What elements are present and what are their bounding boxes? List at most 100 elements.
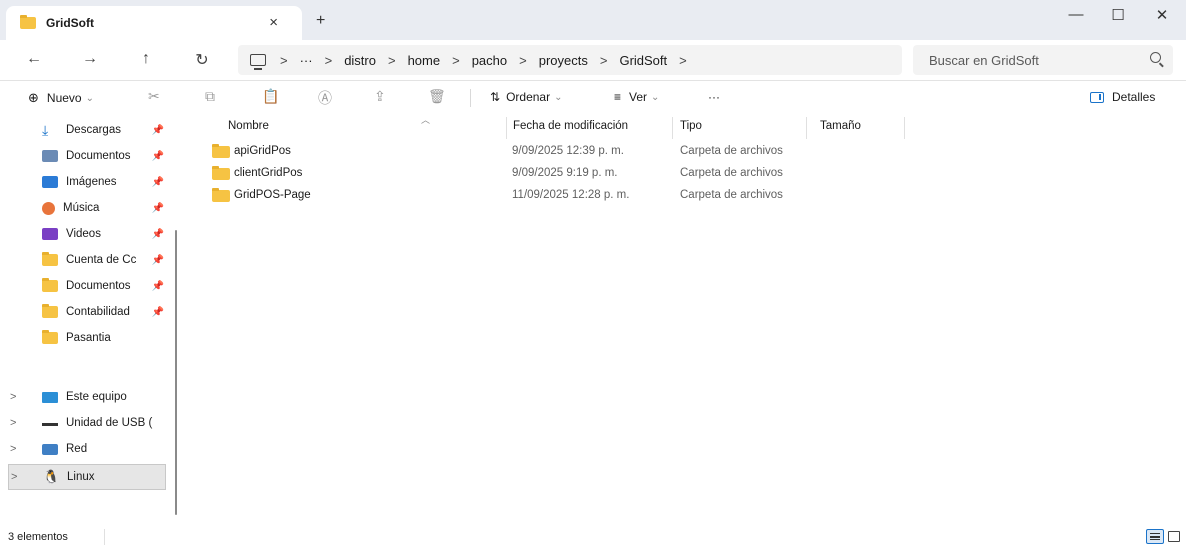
breadcrumb-pacho[interactable]: pacho [472, 53, 507, 68]
folder-icon [20, 15, 36, 29]
chevron-right-icon: > [11, 471, 18, 483]
pin-icon: 📌 [151, 306, 164, 318]
cut-icon[interactable]: ✂ [148, 88, 160, 105]
column-header-name[interactable]: Nombre [228, 120, 269, 132]
file-name: apiGridPos [234, 145, 291, 157]
sidebar-item-label: Contabilidad [66, 306, 130, 318]
sidebar-item-label: Videos [66, 228, 101, 240]
view-button[interactable]: ≡ Ver ⌄ [614, 90, 659, 104]
music-icon [42, 201, 55, 215]
sidebar-item-label: Linux [67, 471, 95, 483]
new-tab-button[interactable]: + [316, 12, 325, 30]
paste-icon[interactable]: 📋 [262, 88, 279, 105]
address-bar[interactable]: > ··· > distro > home > pacho > proyects… [238, 45, 902, 75]
details-button[interactable]: Detalles [1090, 90, 1155, 104]
pin-icon: 📌 [151, 280, 164, 292]
chevron-right-icon: > [10, 391, 17, 403]
videos-icon [42, 228, 58, 240]
sidebar-item-este-equipo[interactable]: > Este equipo [8, 384, 166, 410]
breadcrumb-more[interactable]: ··· [300, 53, 313, 68]
tab-title: GridSoft [46, 16, 94, 30]
sidebar-item-musica[interactable]: Música 📌 [8, 195, 166, 221]
delete-icon[interactable]: 🗑 [428, 88, 446, 105]
sidebar-scrollbar[interactable] [175, 230, 177, 515]
breadcrumb-distro[interactable]: distro [344, 53, 376, 68]
pin-icon: 📌 [151, 202, 164, 214]
column-header-type[interactable]: Tipo [680, 120, 702, 132]
breadcrumb-separator: > [519, 52, 527, 68]
sidebar-item-usb[interactable]: > Unidad de USB ( [8, 410, 166, 436]
column-divider[interactable] [672, 117, 673, 139]
breadcrumb-gridsoft[interactable]: GridSoft [619, 53, 667, 68]
sidebar-item-label: Música [63, 202, 100, 214]
sidebar-item-red[interactable]: > Red [8, 436, 166, 462]
file-row[interactable]: apiGridPos 9/09/2025 12:39 p. m. Carpeta… [204, 141, 904, 163]
sidebar-item-label: Documentos [66, 280, 131, 292]
folder-icon [212, 144, 230, 158]
large-icons-view-button[interactable] [1168, 531, 1180, 542]
sidebar-item-cuenta[interactable]: Cuenta de Cc 📌 [8, 247, 166, 273]
pictures-icon [42, 176, 58, 188]
sidebar-item-pasantia[interactable]: Pasantia [8, 325, 166, 351]
back-button[interactable]: ← [22, 50, 46, 68]
more-options-button[interactable]: ··· [708, 90, 720, 104]
sidebar-item-label: Cuenta de Cc [66, 254, 137, 266]
linux-icon: 🐧 [43, 469, 60, 484]
sidebar-item-documentos-folder[interactable]: Documentos 📌 [8, 273, 166, 299]
search-icon [1150, 52, 1161, 63]
sidebar-item-videos[interactable]: Videos 📌 [8, 221, 166, 247]
search-placeholder: Buscar en GridSoft [929, 52, 1039, 68]
file-date: 11/09/2025 12:28 p. m. [512, 189, 630, 201]
folder-icon [42, 278, 58, 292]
file-name: clientGridPos [234, 167, 303, 179]
plus-circle-icon: ⊕ [28, 90, 39, 105]
column-header-size[interactable]: Tamaño [820, 120, 861, 132]
forward-button[interactable]: → [78, 50, 102, 68]
pin-icon: 📌 [151, 150, 164, 162]
minimize-button[interactable]: — [1056, 6, 1096, 23]
sidebar-item-imagenes[interactable]: Imágenes 📌 [8, 169, 166, 195]
download-icon: ⤓ [42, 122, 49, 138]
up-button[interactable]: ↑ [134, 50, 158, 68]
new-label: Nuevo [46, 91, 82, 105]
column-header-date[interactable]: Fecha de modificación [513, 120, 628, 132]
sidebar-item-contabilidad[interactable]: Contabilidad 📌 [8, 299, 166, 325]
breadcrumb-home[interactable]: home [408, 53, 441, 68]
share-icon[interactable]: ⇪ [374, 88, 386, 105]
file-name: GridPOS-Page [234, 189, 311, 201]
file-row[interactable]: GridPOS-Page 11/09/2025 12:28 p. m. Carp… [204, 185, 904, 207]
refresh-button[interactable]: ↻ [190, 50, 214, 70]
sort-button[interactable]: ⇅ Ordenar ⌄ [490, 90, 562, 104]
pin-icon: 📌 [151, 176, 164, 188]
tab-gridsoft[interactable]: GridSoft × [6, 6, 302, 40]
sidebar-item-documentos[interactable]: Documentos 📌 [8, 143, 166, 169]
details-label: Detalles [1112, 90, 1156, 104]
more-icon: ··· [708, 90, 720, 104]
breadcrumb-proyects[interactable]: proyects [539, 53, 588, 68]
copy-icon[interactable]: ⧉ [205, 88, 215, 105]
breadcrumb-separator: > [599, 52, 608, 68]
computer-icon [250, 54, 266, 70]
file-row[interactable]: clientGridPos 9/09/2025 9:19 p. m. Carpe… [204, 163, 904, 185]
rename-icon[interactable]: Ⓐ [318, 88, 332, 108]
sidebar-item-label: Este equipo [66, 391, 127, 403]
tab-close-button[interactable]: × [269, 14, 278, 31]
breadcrumb-separator[interactable]: > [679, 53, 687, 68]
maximize-button[interactable]: ☐ [1098, 6, 1138, 24]
search-input[interactable]: Buscar en GridSoft [913, 45, 1173, 75]
sidebar-item-label: Unidad de USB ( [66, 417, 153, 429]
details-view-button[interactable] [1146, 529, 1164, 544]
sidebar-item-descargas[interactable]: ⤓ Descargas 📌 [8, 117, 166, 143]
breadcrumb-separator: > [324, 52, 333, 68]
new-button[interactable]: ⊕ Nuevo ⌄ [28, 90, 94, 106]
sidebar-item-linux[interactable]: > 🐧 Linux [8, 464, 166, 490]
column-divider[interactable] [506, 117, 507, 139]
folder-icon [42, 304, 58, 318]
folder-icon [42, 252, 58, 266]
close-window-button[interactable]: ✕ [1142, 6, 1182, 24]
column-divider[interactable] [806, 117, 807, 139]
toolbar-separator [470, 89, 471, 107]
breadcrumb-separator: > [387, 52, 396, 68]
column-divider[interactable] [904, 117, 905, 139]
file-type: Carpeta de archivos [680, 145, 783, 157]
